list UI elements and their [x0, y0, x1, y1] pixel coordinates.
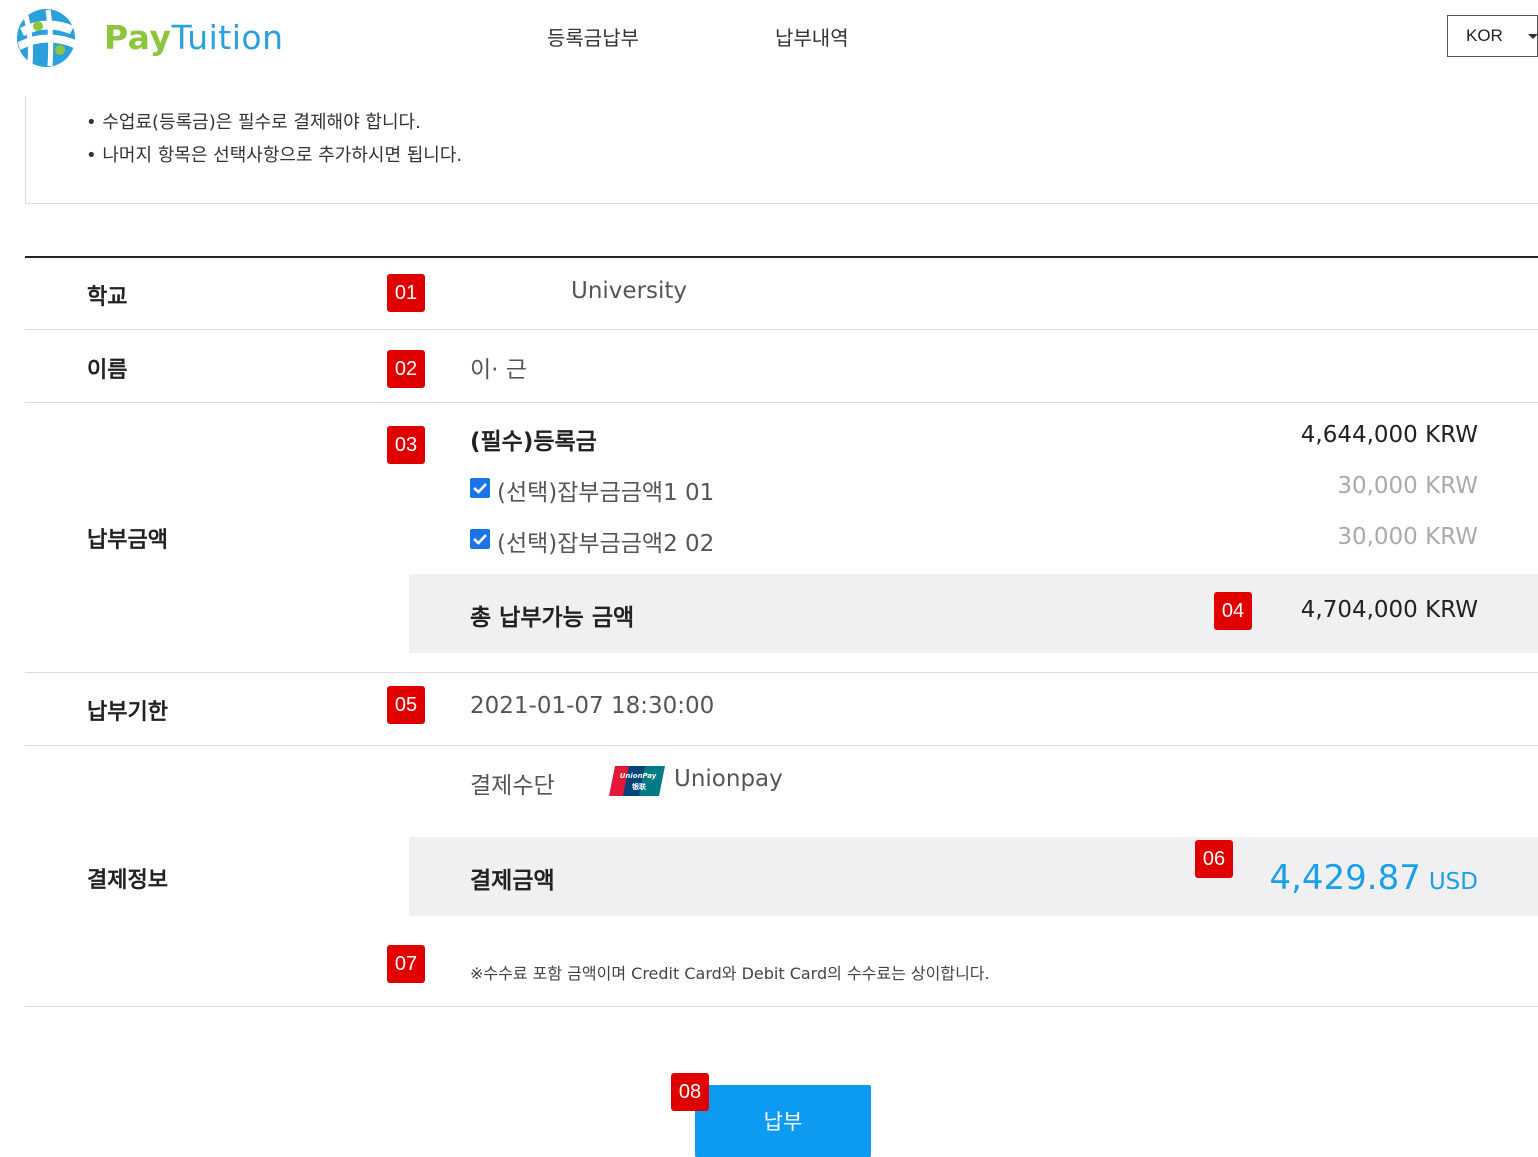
pay-button[interactable]: 납부 [695, 1085, 871, 1157]
svg-text:UnionPay: UnionPay [620, 772, 657, 780]
logo-tuition-text: Tuition [171, 18, 284, 57]
payment-info-label: 결제정보 [87, 868, 168, 893]
total-amount-value: 4,704,000 KRW [1300, 597, 1478, 623]
caret-down-icon [1528, 34, 1538, 39]
row-divider [25, 672, 1538, 673]
marker-badge: 05 [387, 686, 425, 724]
payment-amount-value: 4,429.87 USD [1269, 858, 1478, 898]
row-divider [25, 745, 1538, 746]
marker-badge: 08 [671, 1073, 709, 1111]
marker-badge: 02 [387, 350, 425, 388]
marker-badge: 06 [1195, 840, 1233, 878]
marker-badge: 01 [387, 274, 425, 312]
check-icon [473, 534, 487, 545]
svg-text:银联: 银联 [632, 782, 647, 791]
language-select[interactable]: KOR [1447, 15, 1538, 57]
optional-fee-2-checkbox[interactable] [470, 529, 490, 549]
table-top-rule [25, 256, 1538, 258]
payment-amount-label: 납부금액 [87, 528, 168, 553]
marker-badge: 03 [387, 426, 425, 464]
usd-currency: USD [1428, 869, 1478, 895]
usd-amount-number: 4,429.87 [1269, 858, 1421, 898]
optional-fee-2-name: (선택)잡부금금액2 02 [497, 531, 715, 557]
logo-pay-text: Pay [104, 18, 172, 57]
nav-tuition-payment[interactable]: 등록금납부 [547, 22, 639, 51]
globe-icon [17, 9, 76, 67]
nav-payment-history[interactable]: 납부내역 [775, 22, 849, 51]
row-divider [25, 329, 1538, 330]
name-value: 이· 근 [470, 357, 527, 383]
payment-amount-label: 결제금액 [470, 868, 555, 894]
fee-note: ※수수료 포함 금액이며 Credit Card와 Debit Card의 수수… [470, 964, 990, 983]
row-divider [25, 1006, 1538, 1007]
school-label: 학교 [87, 285, 128, 310]
deadline-value: 2021-01-07 18:30:00 [470, 693, 715, 719]
required-fee-name: (필수)등록금 [470, 429, 597, 455]
notice-line: • 수업료(등록금)은 필수로 결제해야 합니다. [86, 112, 421, 133]
deadline-label: 납부기한 [87, 700, 168, 725]
paytuition-logo[interactable]: PayTuition [8, 6, 308, 68]
payment-method-value: Unionpay [674, 766, 783, 792]
optional-fee-1-checkbox[interactable] [470, 478, 490, 498]
name-label: 이름 [87, 358, 128, 383]
optional-fee-1-amount: 30,000 KRW [1337, 473, 1478, 499]
marker-badge: 04 [1214, 592, 1252, 630]
required-fee-amount: 4,644,000 KRW [1300, 422, 1478, 448]
optional-fee-2-amount: 30,000 KRW [1337, 524, 1478, 550]
school-value: University [571, 278, 688, 304]
notice-line: • 나머지 항목은 선택사항으로 추가하시면 됩니다. [86, 145, 463, 166]
language-value: KOR [1466, 26, 1503, 45]
total-amount-label: 총 납부가능 금액 [470, 605, 635, 631]
optional-fee-1-name: (선택)잡부금금액1 01 [497, 480, 715, 506]
row-divider [25, 402, 1538, 403]
marker-badge: 07 [387, 945, 425, 983]
unionpay-icon: UnionPay 银联 [609, 764, 667, 798]
check-icon [473, 483, 487, 494]
payment-method-label: 결제수단 [470, 773, 555, 799]
